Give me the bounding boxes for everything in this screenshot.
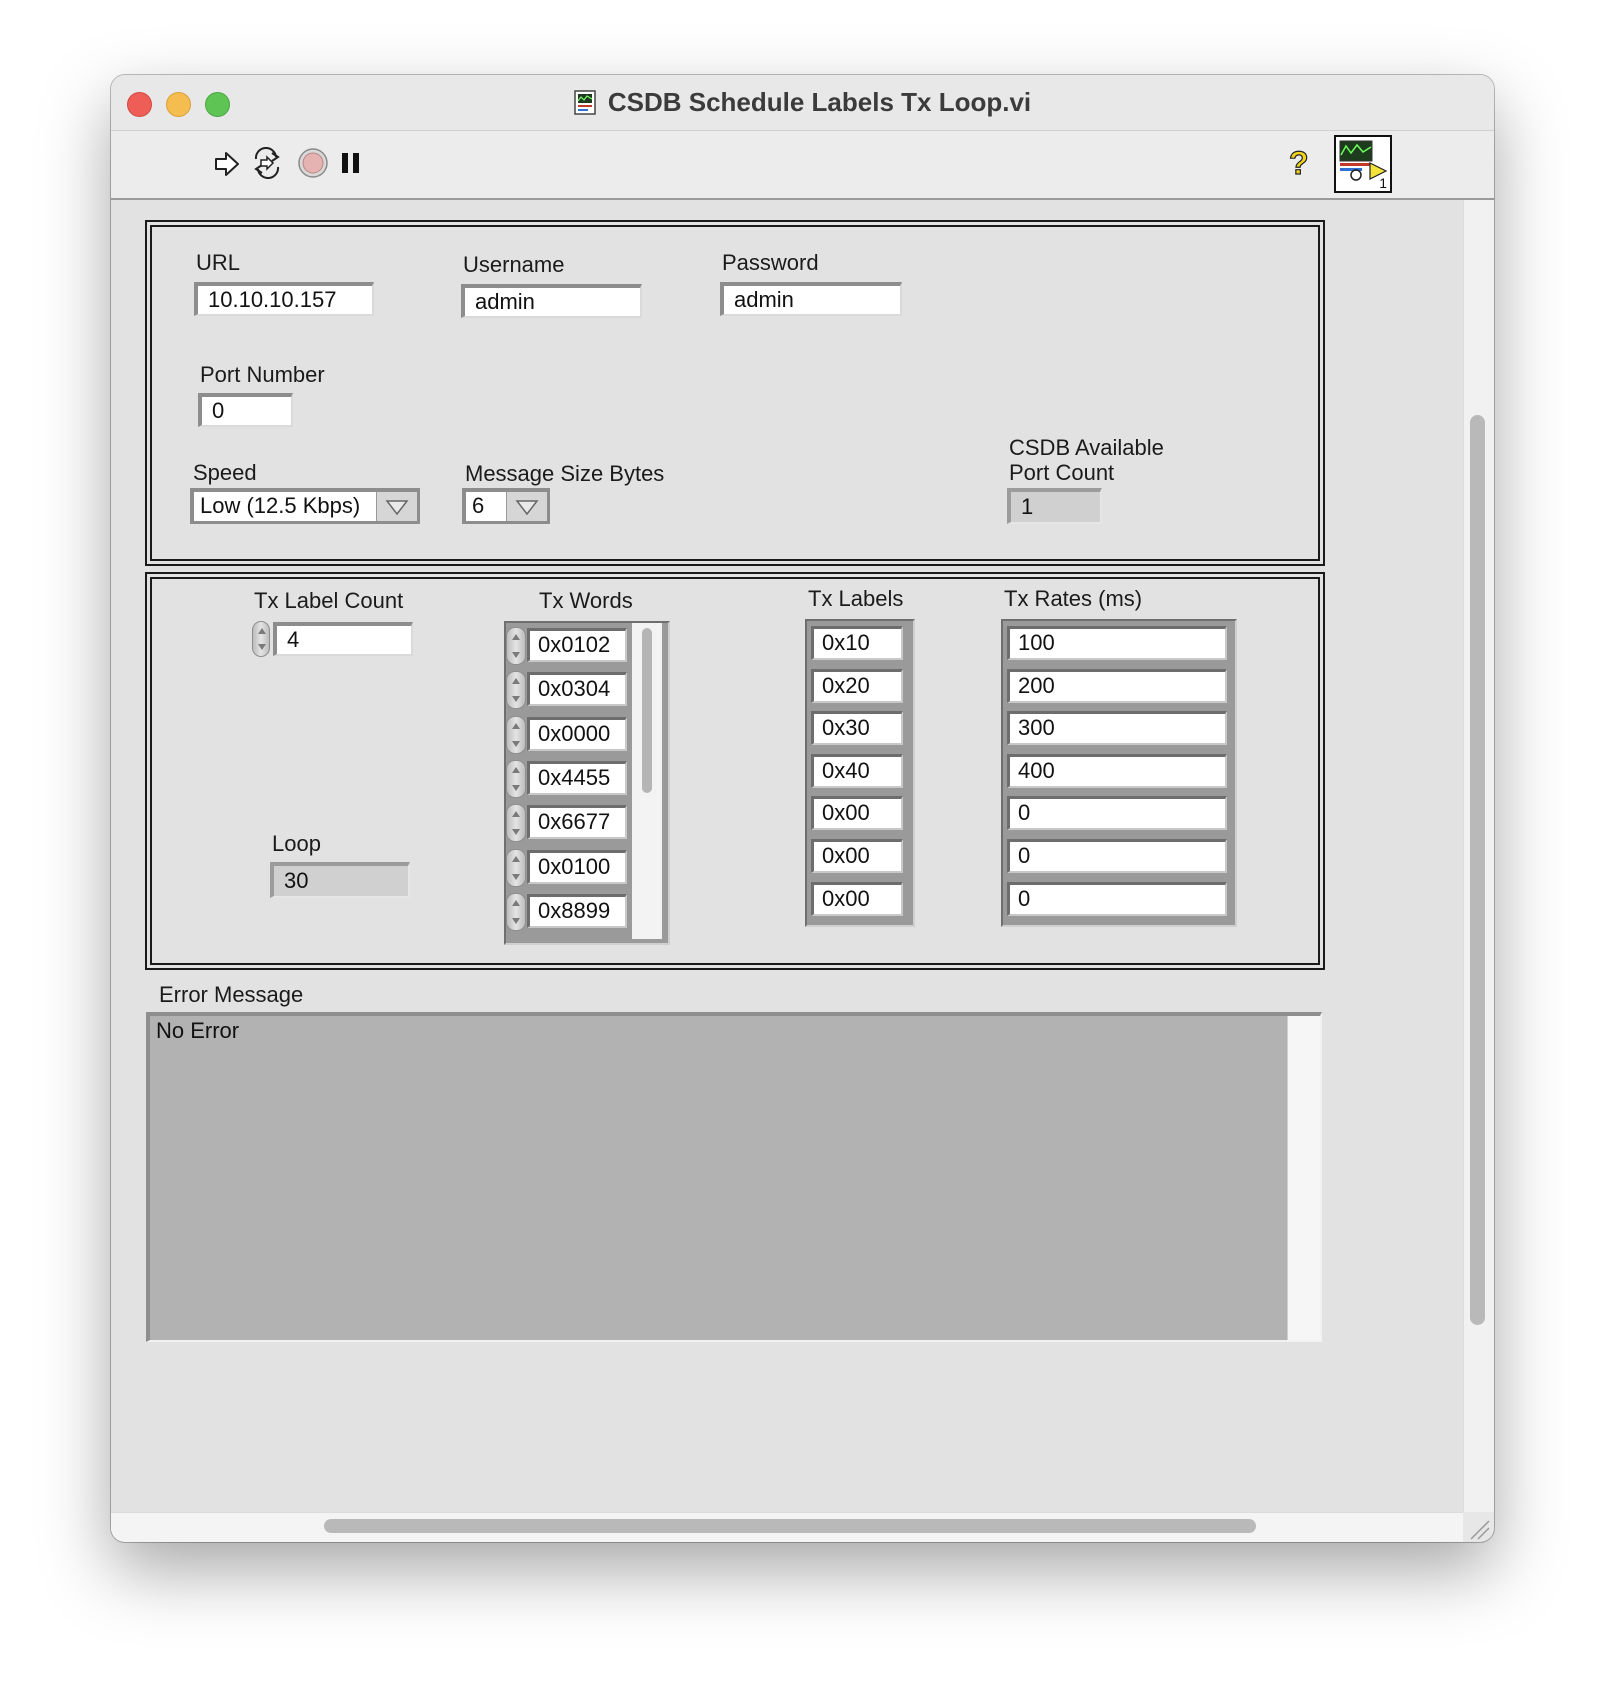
message-size-label: Message Size Bytes bbox=[465, 461, 665, 486]
password-label: Password bbox=[722, 250, 819, 275]
element-stepper[interactable] bbox=[506, 671, 526, 710]
username-input[interactable]: admin bbox=[461, 284, 642, 318]
port-number-label: Port Number bbox=[200, 362, 325, 387]
resize-grip-icon[interactable] bbox=[1465, 1515, 1491, 1541]
run-continuously-icon[interactable] bbox=[250, 147, 284, 179]
tx-rate-cell[interactable]: 200 bbox=[1007, 668, 1227, 703]
speed-dropdown[interactable]: Low (12.5 Kbps) bbox=[190, 488, 420, 524]
tx-words-label: Tx Words bbox=[539, 588, 633, 613]
tx-word-cell[interactable]: 0x0304 bbox=[527, 672, 627, 707]
chevron-down-icon[interactable] bbox=[506, 492, 547, 521]
tx-label-cell[interactable]: 0x20 bbox=[811, 668, 903, 703]
tx-rate-cell[interactable]: 0 bbox=[1007, 839, 1227, 873]
pause-icon[interactable] bbox=[340, 151, 362, 175]
loop-label: Loop bbox=[272, 831, 321, 856]
run-arrow-icon[interactable] bbox=[212, 149, 242, 179]
title-bar: CSDB Schedule Labels Tx Loop.vi bbox=[111, 75, 1494, 131]
error-message-label: Error Message bbox=[159, 982, 304, 1007]
vi-icon[interactable]: 1 bbox=[1334, 135, 1392, 193]
tx-rate-cell[interactable]: 300 bbox=[1007, 711, 1227, 746]
vi-window: CSDB Schedule Labels Tx Loop.vi ? 1 URL … bbox=[111, 75, 1494, 1542]
speed-value: Low (12.5 Kbps) bbox=[200, 493, 361, 518]
element-stepper[interactable] bbox=[506, 804, 526, 843]
vi-file-icon bbox=[574, 89, 598, 116]
tx-rate-cell[interactable]: 0 bbox=[1007, 796, 1227, 831]
message-size-value: 6 bbox=[472, 493, 485, 518]
svg-text:?: ? bbox=[1289, 145, 1309, 181]
speed-label: Speed bbox=[193, 460, 257, 485]
tx-word-cell[interactable]: 0x6677 bbox=[527, 805, 627, 840]
tx-label-count-input[interactable]: 4 bbox=[273, 622, 413, 656]
tx-label-cell[interactable]: 0x00 bbox=[811, 796, 903, 831]
element-stepper[interactable] bbox=[506, 627, 526, 665]
tx-word-cell[interactable]: 0x0000 bbox=[527, 716, 627, 751]
tx-word-cell[interactable]: 0x4455 bbox=[527, 760, 627, 795]
tx-word-cell[interactable]: 0x0102 bbox=[527, 628, 627, 662]
url-label: URL bbox=[196, 250, 241, 275]
available-ports-label-line2: Port Count bbox=[1009, 460, 1115, 485]
element-stepper[interactable] bbox=[506, 892, 526, 931]
chevron-down-icon[interactable] bbox=[376, 492, 417, 521]
vertical-scroll-thumb[interactable] bbox=[1470, 415, 1485, 1325]
horizontal-scroll-thumb[interactable] bbox=[324, 1519, 1256, 1533]
element-stepper[interactable] bbox=[506, 759, 526, 798]
tx-labels-label: Tx Labels bbox=[808, 586, 904, 611]
vi-icon-number: 1 bbox=[1379, 175, 1387, 191]
tx-label-cell[interactable]: 0x00 bbox=[811, 839, 903, 873]
element-stepper[interactable] bbox=[506, 715, 526, 754]
tx-words-scroll-thumb[interactable] bbox=[642, 628, 652, 793]
tx-rate-cell[interactable]: 400 bbox=[1007, 753, 1227, 788]
tx-word-cell[interactable]: 0x8899 bbox=[527, 893, 627, 928]
tx-rate-cell[interactable]: 0 bbox=[1007, 881, 1227, 916]
loop-indicator: 30 bbox=[270, 862, 410, 898]
available-ports-label-line1: CSDB Available bbox=[1009, 435, 1164, 460]
message-size-dropdown[interactable]: 6 bbox=[462, 488, 550, 524]
abort-execution-icon[interactable] bbox=[297, 147, 329, 179]
tx-label-cell[interactable]: 0x30 bbox=[811, 711, 903, 746]
label-count-stepper[interactable] bbox=[252, 621, 270, 657]
tx-rates-label: Tx Rates (ms) bbox=[1004, 586, 1143, 611]
password-input[interactable]: admin bbox=[720, 282, 902, 316]
tx-label-cell[interactable]: 0x10 bbox=[811, 626, 903, 660]
tx-label-count-label: Tx Label Count bbox=[254, 588, 404, 613]
error-message-text: No Error bbox=[156, 1018, 240, 1043]
tx-word-cell[interactable]: 0x0100 bbox=[527, 849, 627, 884]
available-ports-indicator: 1 bbox=[1007, 488, 1102, 524]
tx-label-cell[interactable]: 0x40 bbox=[811, 753, 903, 788]
vi-toolbar: ? 1 bbox=[111, 131, 1494, 200]
element-stepper[interactable] bbox=[506, 848, 526, 887]
error-message-scrollbar[interactable] bbox=[1287, 1016, 1320, 1340]
tx-rate-cell[interactable]: 100 bbox=[1007, 626, 1227, 660]
port-number-input[interactable]: 0 bbox=[198, 393, 293, 427]
context-help-icon[interactable]: ? bbox=[1286, 144, 1312, 182]
error-message-indicator: No Error bbox=[146, 1012, 1322, 1342]
username-label: Username bbox=[463, 252, 565, 277]
window-title: CSDB Schedule Labels Tx Loop.vi bbox=[607, 87, 1032, 117]
tx-label-cell[interactable]: 0x00 bbox=[811, 881, 903, 916]
url-input[interactable]: 10.10.10.157 bbox=[194, 282, 374, 316]
